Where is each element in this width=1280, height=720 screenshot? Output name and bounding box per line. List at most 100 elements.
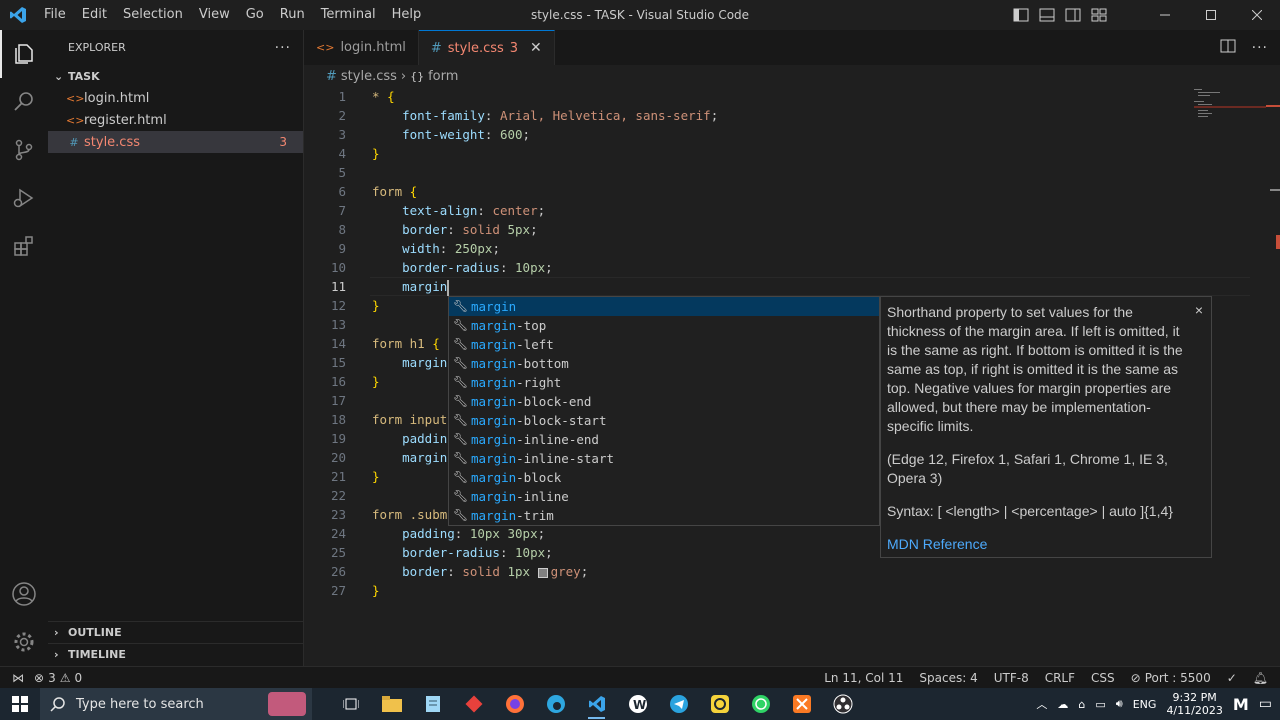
menu-run[interactable]: Run bbox=[272, 0, 313, 30]
close-window-icon[interactable] bbox=[1234, 0, 1280, 30]
code-line[interactable]: 7 text-align: center; bbox=[304, 201, 1264, 220]
toggle-panel-icon[interactable] bbox=[1034, 0, 1060, 30]
search-icon[interactable] bbox=[0, 78, 48, 126]
feedback-icon[interactable]: ✓ bbox=[1227, 671, 1237, 685]
code-line[interactable]: 8 border: solid 5px; bbox=[304, 220, 1264, 239]
menu-view[interactable]: View bbox=[191, 0, 238, 30]
notification-center-icon[interactable]: M bbox=[1233, 695, 1249, 714]
code-line[interactable]: 11 margin bbox=[304, 277, 1264, 296]
battery-icon[interactable]: ▭ bbox=[1095, 698, 1105, 711]
toggle-secondary-sidebar-icon[interactable] bbox=[1060, 0, 1086, 30]
folder-task[interactable]: ⌄ TASK bbox=[48, 65, 303, 87]
code-line[interactable]: 9 width: 250px; bbox=[304, 239, 1264, 258]
suggestion-item[interactable]: 🔧︎ margin-block bbox=[449, 468, 879, 487]
suggestion-item[interactable]: 🔧︎ margin-bottom bbox=[449, 354, 879, 373]
file-explorer-icon[interactable] bbox=[371, 688, 412, 720]
chevron-up-icon[interactable]: ︿ bbox=[1036, 696, 1047, 712]
suggestion-item[interactable]: 🔧︎ margin-block-start bbox=[449, 411, 879, 430]
suggestion-item[interactable]: 🔧︎ margin bbox=[449, 297, 879, 316]
minimap[interactable] bbox=[1194, 87, 1266, 127]
menu-edit[interactable]: Edit bbox=[74, 0, 115, 30]
toggle-primary-sidebar-icon[interactable] bbox=[1008, 0, 1034, 30]
code-line[interactable]: 3 font-weight: 600; bbox=[304, 125, 1264, 144]
postman-app-icon[interactable] bbox=[699, 688, 740, 720]
menu-go[interactable]: Go bbox=[238, 0, 272, 30]
task-view-icon[interactable] bbox=[330, 688, 371, 720]
suggestion-item[interactable]: 🔧︎ margin-block-end bbox=[449, 392, 879, 411]
maximize-icon[interactable] bbox=[1188, 0, 1234, 30]
code-line[interactable]: 4} bbox=[304, 144, 1264, 163]
breadcrumb-symbol[interactable]: form bbox=[428, 69, 458, 84]
more-actions-icon[interactable]: ··· bbox=[1252, 40, 1268, 56]
encoding[interactable]: UTF-8 bbox=[994, 671, 1029, 685]
warning-count: 0 bbox=[74, 670, 83, 685]
split-editor-icon[interactable] bbox=[1220, 39, 1236, 57]
cursor-position[interactable]: Ln 11, Col 11 bbox=[824, 671, 903, 685]
close-tab-icon[interactable]: ✕ bbox=[530, 40, 542, 56]
obs-app-icon[interactable] bbox=[822, 688, 863, 720]
indentation[interactable]: Spaces: 4 bbox=[919, 671, 977, 685]
xampp-app-icon[interactable] bbox=[781, 688, 822, 720]
tab-style-css[interactable]: # style.css 3 ✕ bbox=[418, 30, 555, 65]
timeline-section[interactable]: › TIMELINE bbox=[48, 643, 304, 665]
explorer-icon[interactable] bbox=[0, 30, 48, 78]
suggestion-item[interactable]: 🔧︎ margin-inline bbox=[449, 487, 879, 506]
whatsapp-app-icon[interactable] bbox=[740, 688, 781, 720]
minimize-icon[interactable] bbox=[1142, 0, 1188, 30]
suggestion-item[interactable]: 🔧︎ margin-inline-start bbox=[449, 449, 879, 468]
code-line[interactable]: 6 form { bbox=[304, 182, 1264, 201]
code-line[interactable]: 1 * { bbox=[304, 87, 1264, 106]
menu-file[interactable]: File bbox=[36, 0, 74, 30]
telegram-app-icon[interactable] bbox=[658, 688, 699, 720]
taskbar-search-box[interactable]: Type here to search bbox=[40, 688, 312, 720]
code-line[interactable]: 26 border: solid 1px ■grey; bbox=[304, 562, 1264, 581]
suggestion-item[interactable]: 🔧︎ margin-right bbox=[449, 373, 879, 392]
code-line[interactable]: 5 bbox=[304, 163, 1264, 182]
file-login-html[interactable]: <> login.html bbox=[48, 87, 303, 109]
breadcrumb-file[interactable]: style.css bbox=[341, 69, 397, 84]
menu-help[interactable]: Help bbox=[384, 0, 430, 30]
suggestion-item[interactable]: 🔧︎ margin-inline-end bbox=[449, 430, 879, 449]
anydesk-app-icon[interactable] bbox=[453, 688, 494, 720]
show-desktop-icon[interactable]: ▭ bbox=[1259, 696, 1272, 712]
vscode-taskbar-icon[interactable] bbox=[576, 688, 617, 720]
manage-gear-icon[interactable] bbox=[0, 618, 48, 666]
tab-login-html[interactable]: <> login.html bbox=[304, 30, 419, 65]
language-mode[interactable]: CSS bbox=[1091, 671, 1115, 685]
end-of-line[interactable]: CRLF bbox=[1045, 671, 1075, 685]
file-register-html[interactable]: <> register.html bbox=[48, 109, 303, 131]
extensions-icon[interactable] bbox=[0, 222, 48, 270]
mdn-reference-link[interactable]: MDN Reference bbox=[887, 535, 1201, 554]
outline-section[interactable]: › OUTLINE bbox=[48, 621, 304, 643]
firefox-app-icon[interactable] bbox=[494, 688, 535, 720]
code-line[interactable]: 27} bbox=[304, 581, 1264, 600]
close-details-icon[interactable]: × bbox=[1195, 301, 1203, 320]
notifications-bell-icon[interactable]: 🔔︎ bbox=[1253, 671, 1268, 685]
suggestion-item[interactable]: 🔧︎ margin-top bbox=[449, 316, 879, 335]
edge-app-icon[interactable] bbox=[535, 688, 576, 720]
cloud-icon[interactable]: ☁ bbox=[1057, 698, 1068, 711]
notepad-app-icon[interactable] bbox=[412, 688, 453, 720]
problems-status[interactable]: ⊗ 3 ⚠ 0 bbox=[34, 671, 82, 685]
network-icon[interactable]: ⌂ bbox=[1078, 698, 1085, 711]
menu-selection[interactable]: Selection bbox=[115, 0, 191, 30]
suggestion-item[interactable]: 🔧︎ margin-left bbox=[449, 335, 879, 354]
source-control-icon[interactable] bbox=[0, 126, 48, 174]
line-code: border: solid 5px; bbox=[372, 220, 537, 239]
file-style-css[interactable]: # style.css 3 bbox=[48, 131, 303, 153]
clock[interactable]: 9:32 PM 4/11/2023 bbox=[1166, 691, 1222, 717]
live-server-port[interactable]: ⊘ Port : 5500 bbox=[1131, 671, 1211, 685]
input-language[interactable]: ENG bbox=[1133, 698, 1157, 711]
word-app-icon[interactable]: W bbox=[617, 688, 658, 720]
windows-start-icon[interactable] bbox=[0, 688, 40, 720]
suggestion-item[interactable]: 🔧︎ margin-trim bbox=[449, 506, 879, 525]
customize-layout-icon[interactable] bbox=[1086, 0, 1112, 30]
code-line[interactable]: 2 font-family: Arial, Helvetica, sans-se… bbox=[304, 106, 1264, 125]
code-line[interactable]: 10 border-radius: 10px; bbox=[304, 258, 1264, 277]
run-debug-icon[interactable] bbox=[0, 174, 48, 222]
account-icon[interactable] bbox=[0, 570, 48, 618]
menu-terminal[interactable]: Terminal bbox=[313, 0, 384, 30]
remote-icon[interactable]: ⋈ bbox=[12, 671, 24, 685]
explorer-more-icon[interactable]: ··· bbox=[275, 40, 291, 56]
volume-icon[interactable]: 🔊︎ bbox=[1116, 697, 1123, 711]
